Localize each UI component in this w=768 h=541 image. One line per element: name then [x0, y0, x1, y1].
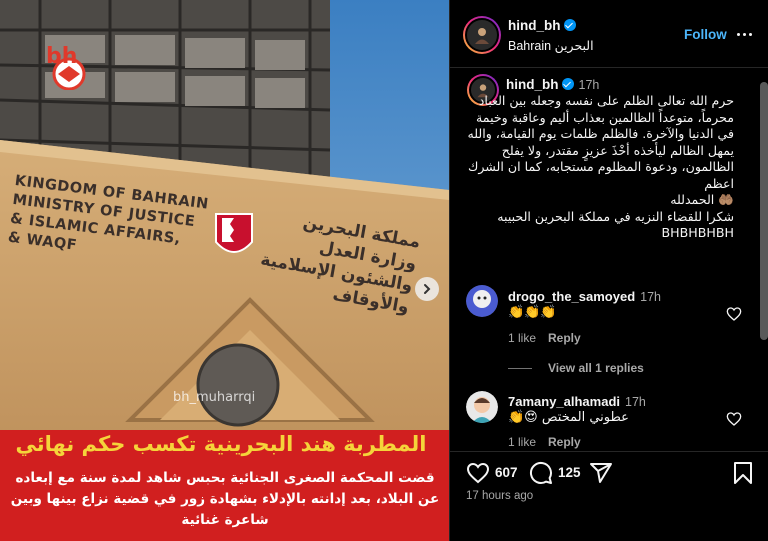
comment-avatar[interactable] — [466, 391, 498, 423]
headline-title: المطربة هند البحرينية تكسب حكم نهائي — [15, 432, 427, 456]
comment-heart-icon[interactable] — [726, 306, 742, 322]
comments-scroll-area[interactable]: hind_bh 17h حرم الله تعالى الظلم على نفسه… — [450, 69, 768, 451]
post-actions: 607 125 17 hours ago — [450, 451, 768, 541]
caption-username-text[interactable]: hind_bh — [506, 77, 559, 92]
comment-username-text[interactable]: drogo_the_samoyed — [508, 289, 635, 304]
save-icon[interactable] — [732, 461, 754, 485]
post-location[interactable]: Bahrain البحرين — [508, 38, 594, 53]
comment-avatar[interactable] — [466, 285, 498, 317]
next-media-button[interactable] — [415, 277, 439, 301]
post-side-panel: hind_bh Bahrain البحرين Follow hind_bh 17… — [449, 0, 768, 541]
comment-time[interactable]: 17h — [625, 395, 646, 409]
comment-meta: 1 like Reply — [508, 435, 581, 449]
logo-text: bh — [46, 44, 78, 69]
headline-body: قضت المحكمة الصغرى الجنائية بحبس شاهد لم… — [10, 470, 440, 528]
more-icon[interactable] — [734, 24, 754, 44]
bh-logo: bh — [38, 44, 100, 91]
post-media[interactable]: bh KINGDOM OF BAHRAIN MINISTRY OF JUSTIC… — [0, 0, 449, 541]
scrollbar[interactable] — [760, 82, 768, 340]
verified-icon — [561, 78, 574, 90]
verified-icon — [563, 19, 576, 31]
comment-text: 👏👏👏 — [508, 305, 557, 320]
comment-username[interactable]: drogo_the_samoyed 17h — [508, 289, 661, 304]
comment-text: عطوني المختص 😍👏 — [508, 410, 629, 425]
watermark: bh_muharrqi — [173, 390, 256, 405]
comment-username-text[interactable]: 7amany_alhamadi — [508, 394, 620, 409]
author-username-text[interactable]: hind_bh — [508, 18, 561, 33]
reply-button[interactable]: Reply — [548, 435, 581, 449]
comment-meta: 1 like Reply — [508, 331, 581, 345]
likes-count[interactable]: 607 — [495, 465, 518, 480]
reply-button[interactable]: Reply — [548, 331, 581, 345]
comment-heart-icon[interactable] — [726, 411, 742, 427]
next-arrow-icon — [424, 284, 431, 294]
share-icon[interactable] — [589, 461, 613, 485]
comment-time[interactable]: 17h — [640, 290, 661, 304]
comment-likes[interactable]: 1 like — [508, 331, 536, 345]
comment-likes[interactable]: 1 like — [508, 435, 536, 449]
follow-button[interactable]: Follow — [684, 27, 727, 42]
comments-count[interactable]: 125 — [558, 465, 581, 480]
view-replies-button[interactable]: View all 1 replies — [508, 361, 644, 375]
heart-icon[interactable] — [466, 461, 490, 485]
post-header: hind_bh Bahrain البحرين Follow — [450, 0, 768, 68]
caption-time[interactable]: 17h — [579, 78, 600, 92]
author-username[interactable]: hind_bh — [508, 18, 576, 33]
posted-time[interactable]: 17 hours ago — [466, 490, 533, 502]
author-avatar[interactable] — [463, 16, 501, 54]
caption-username[interactable]: hind_bh 17h — [506, 77, 599, 92]
post-caption: حرم الله تعالى الظلم على نفسه وجعله بين … — [467, 93, 734, 240]
comment-icon[interactable] — [529, 461, 553, 485]
comment-username[interactable]: 7amany_alhamadi 17h — [508, 394, 646, 409]
